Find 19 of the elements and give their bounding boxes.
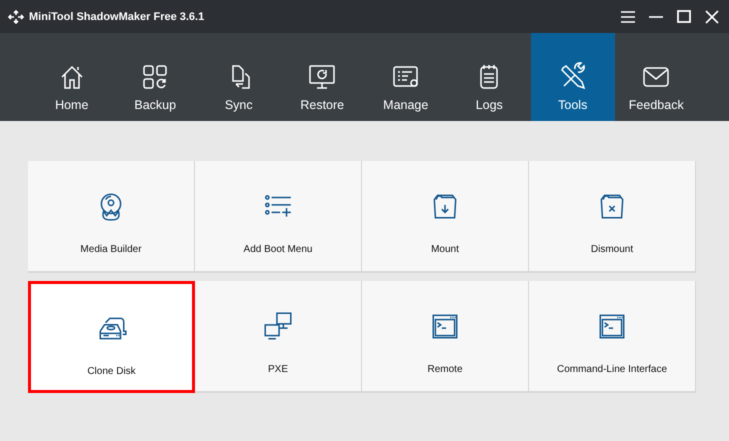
tool-tile[interactable]: Dismount xyxy=(529,161,696,273)
monitors-icon xyxy=(262,310,294,342)
tool-tile[interactable]: Clone Disk xyxy=(28,281,195,393)
nav-tab[interactable]: Sync xyxy=(197,33,280,121)
tool-tile[interactable]: Command-Line Interface xyxy=(529,281,696,393)
tool-tile[interactable]: Media Builder xyxy=(28,161,195,273)
nav-tab[interactable]: Logs xyxy=(448,33,531,121)
app-logo-icon xyxy=(8,10,24,24)
tool-tile[interactable]: Add Boot Menu xyxy=(195,161,362,273)
tool-tile[interactable]: Mount xyxy=(362,161,529,273)
nav-tab[interactable]: Manage xyxy=(364,33,448,121)
nav-tab[interactable]: Restore xyxy=(280,33,364,121)
nav-tab[interactable]: Home xyxy=(30,33,114,121)
window-title: MiniTool ShadowMaker Free 3.6.1 xyxy=(29,10,206,22)
tool-tile[interactable]: PXE xyxy=(195,281,362,393)
nav-tab[interactable]: Feedback xyxy=(614,33,698,121)
tool-tile[interactable]: Remote xyxy=(362,281,529,393)
nav-tab[interactable]: Backup xyxy=(114,33,197,121)
nav-tab[interactable]: Tools xyxy=(531,33,614,121)
